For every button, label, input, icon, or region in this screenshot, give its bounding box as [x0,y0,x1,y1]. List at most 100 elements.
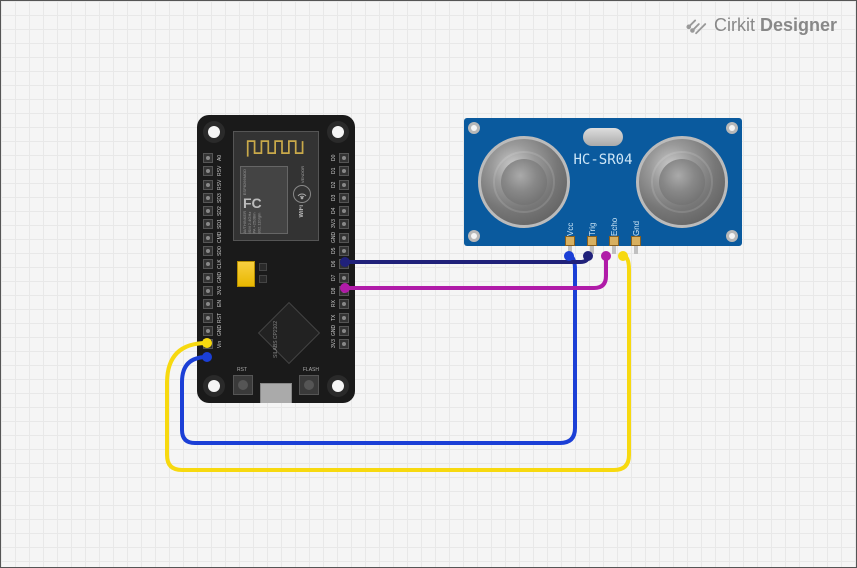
pin-d5[interactable] [339,246,349,256]
usb-port [260,383,292,403]
reset-button[interactable] [233,375,253,395]
usb-serial-chip [258,302,320,364]
ultrasonic-rx [636,136,728,228]
pin-lead [612,246,616,254]
pin-header-left [203,153,213,349]
pin-label: RX [329,299,337,309]
pin-label: RSV [215,180,223,190]
pin-rsv[interactable] [203,180,213,190]
brand-text: Cirkit Designer [714,15,837,36]
mounting-hole [203,375,225,397]
sensor-pin-gnd[interactable]: Gnd [631,210,641,254]
mounting-hole [327,121,349,143]
sensor-pin-echo[interactable]: Echo [609,210,619,254]
pin-labels-left: A0RSVRSVSD3SD2SD1CMDSD0CLKGND3V3ENRSTGND… [215,153,223,349]
pin-label: Trig [588,210,597,236]
brand-logo: Cirkit Designer [686,14,837,36]
canvas-grid[interactable] [0,0,857,568]
pin-pad [631,236,641,246]
pin-label: D8 [329,286,337,296]
pin-label: Gnd [632,210,641,236]
pin-label: GND [329,326,337,336]
pin-label: D2 [329,180,337,190]
pin-d2[interactable] [339,180,349,190]
pin-sd2[interactable] [203,206,213,216]
pin-3v3[interactable] [339,339,349,349]
pin-label: A0 [215,153,223,163]
pin-label: 3V3 [329,339,337,349]
pin-rsv[interactable] [203,166,213,176]
wifi-icon [293,185,311,203]
pin-d1[interactable] [339,166,349,176]
pin-en[interactable] [203,299,213,309]
flash-button[interactable] [299,375,319,395]
sensor-pin-header: Vcc Trig Echo Gnd [565,210,641,254]
node-dot [340,257,350,267]
pin-lead [634,246,638,254]
pin-label: 3V3 [215,286,223,296]
pin-clk[interactable] [203,259,213,269]
node-dot [618,251,628,261]
pin-label: SD0 [215,246,223,256]
logo-icon [686,14,708,36]
pin-3v3[interactable] [339,219,349,229]
pin-label: D0 [329,153,337,163]
sensor-pin-trig[interactable]: Trig [587,210,597,254]
pin-tx[interactable] [339,313,349,323]
mounting-hole [327,375,349,397]
pin-label: CLK [215,259,223,269]
pin-label: Vcc [566,210,575,236]
pin-gnd[interactable] [203,326,213,336]
pin-d0[interactable] [339,153,349,163]
pin-3v3[interactable] [203,286,213,296]
pin-d3[interactable] [339,193,349,203]
ultrasonic-tx [478,136,570,228]
part-number: HC-SR04 [573,152,632,168]
pin-sd0[interactable] [203,246,213,256]
pin-label: GND [215,326,223,336]
pin-gnd[interactable] [203,273,213,283]
node-dot [583,251,593,261]
pin-label: D3 [329,193,337,203]
pin-label: RSV [215,166,223,176]
smd-component [259,263,267,271]
pin-label: SD2 [215,206,223,216]
node-dot [564,251,574,261]
mounting-hole [468,122,480,134]
pin-label: TX [329,313,337,323]
crystal-oscillator [583,128,623,146]
pin-cmd[interactable] [203,233,213,243]
pin-label: D6 [329,259,337,269]
node-dot [340,283,350,293]
pin-rst[interactable] [203,313,213,323]
component-esp8266[interactable]: A0RSVRSVSD3SD2SD1CMDSD0CLKGND3V3ENRSTGND… [197,115,355,403]
smd-component [259,275,267,283]
antenna-icon [246,136,306,160]
pin-labels-right: D0D1D2D3D43V3GNDD5D6D7D8RXTXGND3V3 [329,153,337,349]
pin-d7[interactable] [339,273,349,283]
pin-pad [609,236,619,246]
fcc-mark: FC [243,195,285,211]
pin-label: RST [215,313,223,323]
pin-a0[interactable] [203,153,213,163]
component-hcsr04[interactable]: HC-SR04 VccTrigEchoGnd [464,118,742,246]
mounting-hole [468,230,480,242]
node-dot [202,338,212,348]
mounting-hole [203,121,225,143]
node-dot [601,251,611,261]
pin-sd3[interactable] [203,193,213,203]
pin-sd1[interactable] [203,219,213,229]
chip-model: ESP8266MOD [243,169,285,195]
button-label: RST [237,367,247,373]
cert-text: AI/THINKER ISM 2.4GHz PA +25dBm 802.11b/… [243,211,285,233]
pin-d4[interactable] [339,206,349,216]
node-dot [202,352,212,362]
pin-label: D4 [329,206,337,216]
pin-rx[interactable] [339,299,349,309]
pin-label: SD1 [215,219,223,229]
button-label: FLASH [303,367,319,373]
sensor-pin-vcc[interactable]: Vcc [565,210,575,254]
pin-pad [565,236,575,246]
pin-gnd[interactable] [339,326,349,336]
pin-gnd[interactable] [339,233,349,243]
